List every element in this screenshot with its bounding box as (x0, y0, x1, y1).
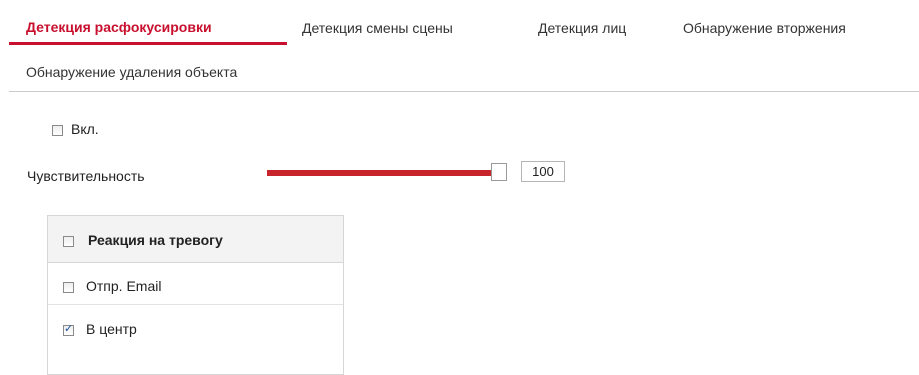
sensitivity-slider-handle[interactable] (491, 163, 507, 181)
tab-intrusion-detection[interactable]: Обнаружение вторжения (683, 19, 846, 37)
notify-center-label: В центр (86, 321, 137, 337)
notify-center-checkbox[interactable] (63, 322, 74, 336)
sensitivity-value-field[interactable]: 100 (521, 161, 565, 182)
active-tab-indicator (9, 42, 287, 45)
send-email-label: Отпр. Email (86, 278, 162, 294)
tabs-divider (9, 91, 919, 92)
tab-face-detection[interactable]: Детекция лиц (538, 19, 626, 37)
enable-checkbox[interactable] (52, 125, 63, 136)
alarm-reaction-checkbox[interactable] (63, 236, 74, 247)
tab-bar: Детекция расфокусировки Детекция смены с… (0, 0, 919, 92)
alarm-reaction-label: Реакция на тревогу (88, 232, 223, 248)
sensitivity-label: Чувствительность (27, 168, 145, 184)
sensitivity-slider-track[interactable] (267, 170, 507, 176)
send-email-checkbox[interactable] (63, 282, 74, 293)
enable-label: Вкл. (71, 121, 99, 137)
tab-object-removal-detection[interactable]: Обнаружение удаления объекта (26, 63, 237, 81)
sensitivity-slider-fill (267, 170, 499, 176)
alarm-reaction-panel: Реакция на тревогу Отпр. Email В центр (47, 215, 344, 375)
tab-defocus-detection[interactable]: Детекция расфокусировки (26, 18, 212, 36)
panel-row-divider (48, 304, 343, 305)
tab-scene-change-detection[interactable]: Детекция смены сцены (302, 19, 453, 37)
alarm-reaction-header: Реакция на тревогу (48, 216, 343, 263)
